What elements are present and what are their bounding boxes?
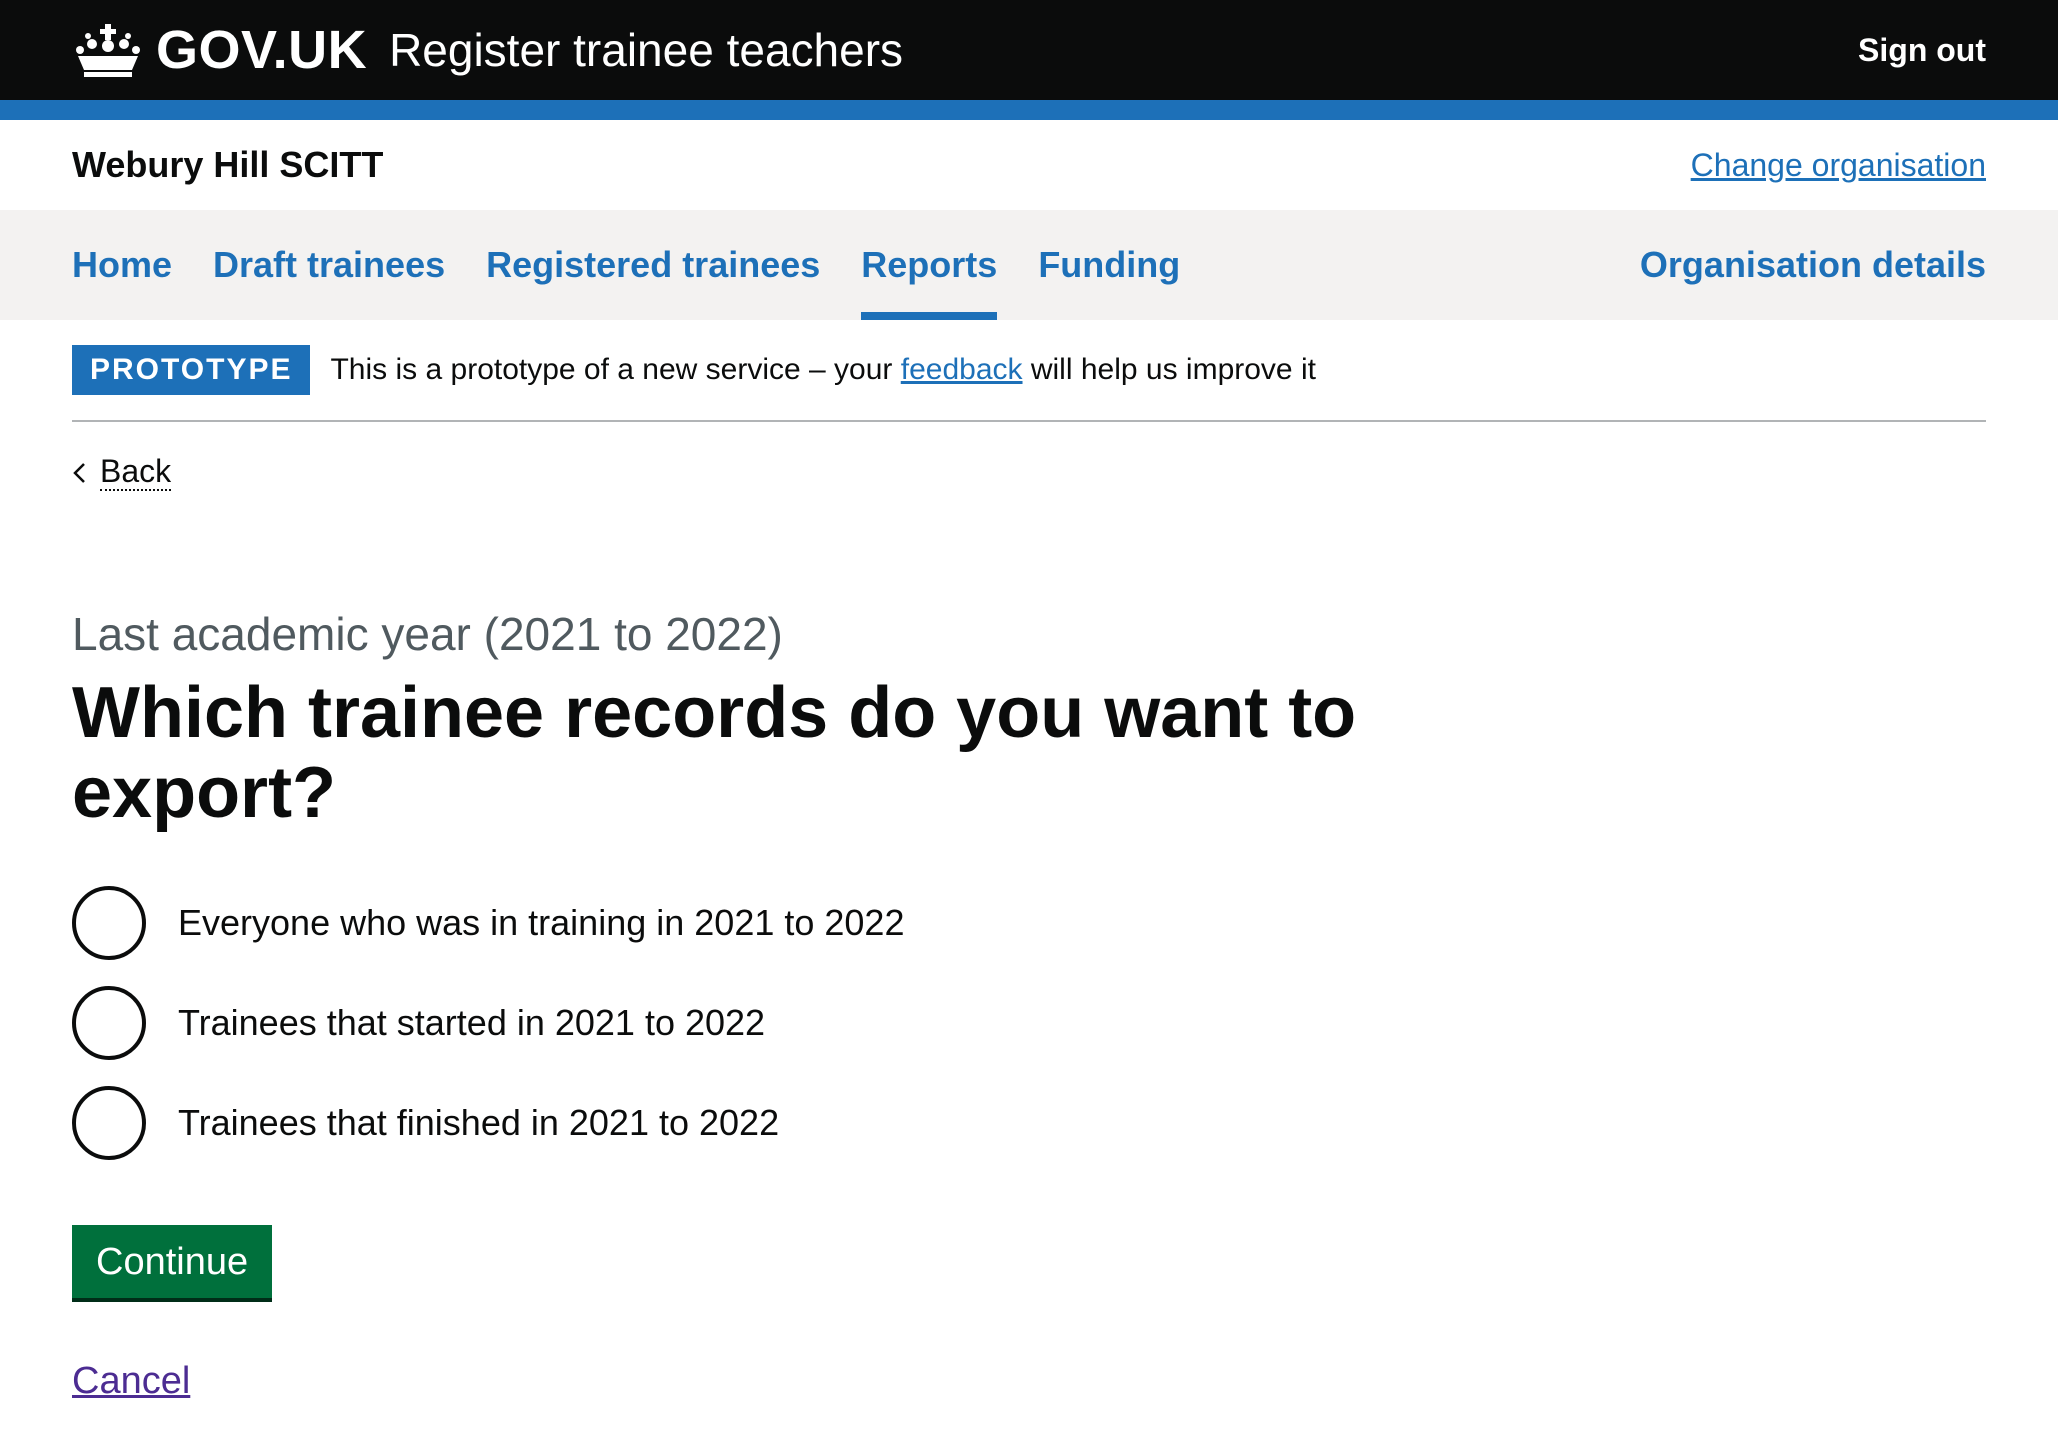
nav-item-home[interactable]: Home (72, 210, 172, 320)
nav-item-draft-trainees[interactable]: Draft trainees (213, 210, 445, 320)
nav-item-reports[interactable]: Reports (861, 210, 998, 320)
nav-item-organisation-details[interactable]: Organisation details (1640, 244, 1986, 286)
radio-button[interactable] (72, 886, 146, 961)
radio-label[interactable]: Everyone who was in training in 2021 to … (178, 902, 904, 944)
radio-option-finished[interactable]: Trainees that finished in 2021 to 2022 (72, 1083, 1986, 1163)
service-name[interactable]: Register trainee teachers (389, 23, 903, 77)
page-title: Which trainee records do you want to exp… (72, 673, 1357, 834)
crown-icon (76, 24, 140, 77)
cancel-link[interactable]: Cancel (72, 1360, 190, 1403)
radio-button[interactable] (72, 986, 146, 1061)
header-blue-bar (0, 100, 2058, 120)
chevron-left-icon (73, 462, 85, 483)
phase-banner-text: This is a prototype of a new service – y… (330, 353, 1315, 387)
radio-label[interactable]: Trainees that finished in 2021 to 2022 (178, 1102, 779, 1144)
nav-item-registered-trainees[interactable]: Registered trainees (486, 210, 820, 320)
primary-navigation: Home Draft trainees Registered trainees … (0, 210, 2058, 320)
header-brand[interactable]: GOV.UK Register trainee teachers (72, 19, 903, 81)
main-content: PROTOTYPE This is a prototype of a new s… (0, 320, 2058, 1403)
govuk-logo-text: GOV.UK (156, 20, 368, 80)
nav-item-funding[interactable]: Funding (1038, 210, 1180, 320)
prototype-tag: PROTOTYPE (72, 345, 311, 395)
radio-option-everyone[interactable]: Everyone who was in training in 2021 to … (72, 883, 1986, 963)
export-options-radios: Everyone who was in training in 2021 to … (72, 883, 1986, 1163)
radio-label[interactable]: Trainees that started in 2021 to 2022 (178, 1002, 765, 1044)
back-link[interactable]: Back (72, 453, 172, 492)
radio-button[interactable] (72, 1086, 146, 1161)
organisation-name: Webury Hill SCITT (72, 144, 384, 185)
back-link-label: Back (100, 453, 172, 492)
phase-text-before: This is a prototype of a new service – y… (330, 353, 901, 386)
page-caption: Last academic year (2021 to 2022) (72, 608, 783, 661)
phase-banner: PROTOTYPE This is a prototype of a new s… (72, 320, 1986, 422)
change-organisation-link[interactable]: Change organisation (1691, 147, 1986, 184)
govuk-header: GOV.UK Register trainee teachers Sign ou… (0, 0, 2058, 100)
feedback-link[interactable]: feedback (901, 353, 1023, 386)
organisation-bar: Webury Hill SCITT Change organisation (0, 120, 2058, 210)
phase-text-after: will help us improve it (1022, 353, 1316, 386)
continue-button[interactable]: Continue (72, 1225, 273, 1299)
radio-option-started[interactable]: Trainees that started in 2021 to 2022 (72, 983, 1986, 1063)
sign-out-link[interactable]: Sign out (1858, 32, 1986, 69)
